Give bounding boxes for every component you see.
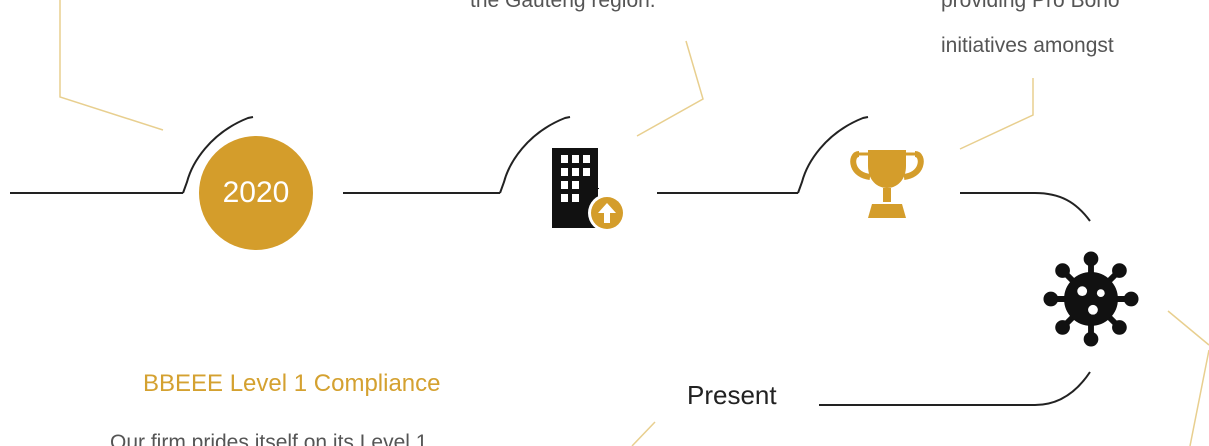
text-fragment-initiatives: initiatives amongst bbox=[941, 34, 1114, 57]
text-fragment-gauteng: the Gauteng region. bbox=[470, 0, 656, 12]
connector-line-6 bbox=[631, 421, 656, 446]
virus-icon bbox=[1043, 251, 1139, 347]
bbeee-compliance-heading: BBEEE Level 1 Compliance bbox=[143, 370, 441, 397]
text-fragment-pride: Our firm prides itself on its Level 1 bbox=[110, 431, 428, 446]
year-badge: 2020 bbox=[199, 136, 313, 250]
connector-line-4 bbox=[1167, 310, 1209, 346]
connector-line-1 bbox=[59, 0, 164, 131]
connector-line-2 bbox=[636, 40, 704, 137]
timeline-section: the Gauteng region. providing Pro Bono i… bbox=[0, 0, 1209, 446]
text-fragment-probono: providing Pro Bono bbox=[941, 0, 1120, 12]
present-label: Present bbox=[687, 380, 777, 410]
trophy-icon bbox=[850, 150, 924, 218]
connector-line-3 bbox=[959, 78, 1034, 150]
timeline-arc-4 bbox=[960, 192, 1091, 222]
timeline-arc-5 bbox=[819, 371, 1091, 406]
office-building-upload-icon bbox=[552, 148, 626, 232]
connector-line-5 bbox=[1189, 349, 1209, 446]
